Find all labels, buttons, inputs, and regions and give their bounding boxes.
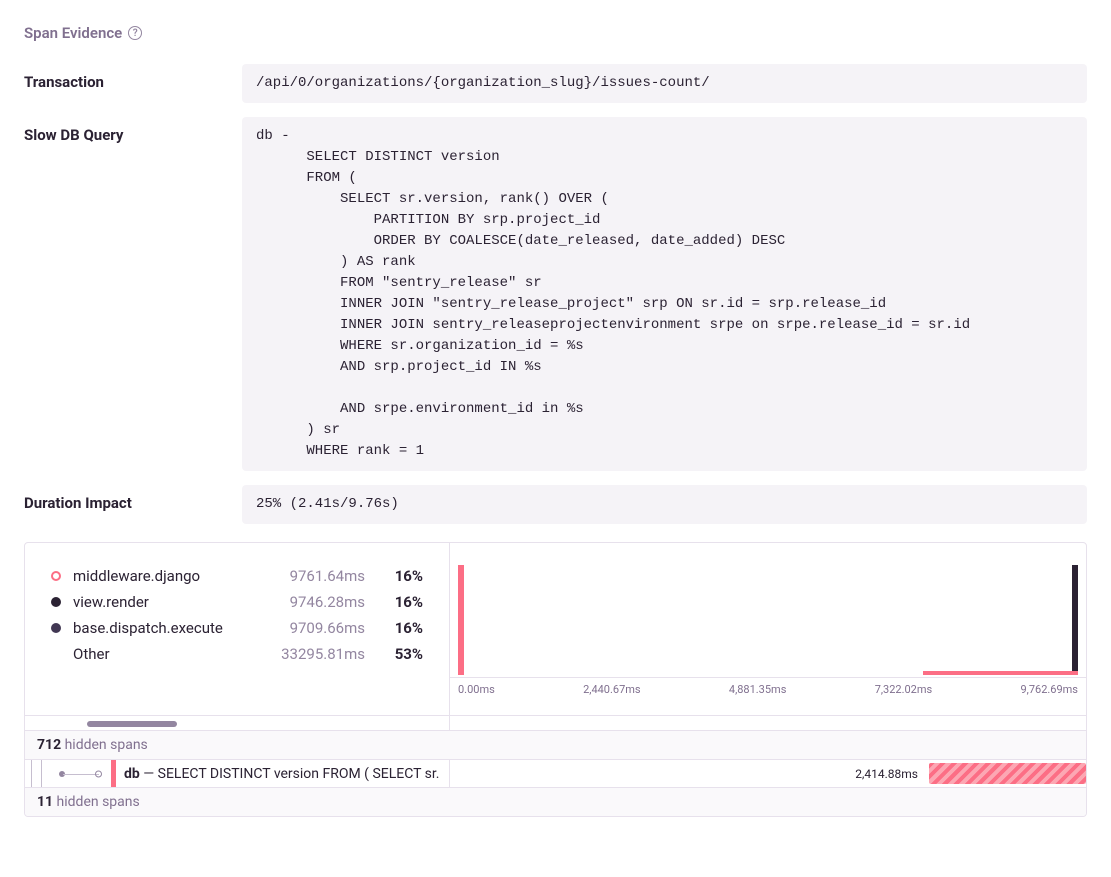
- legend-percent: 16%: [383, 567, 423, 585]
- legend-panel: middleware.django 9761.64ms 16% view.ren…: [25, 543, 450, 715]
- hidden-count: 11: [37, 794, 53, 810]
- chart-area: [458, 565, 1078, 675]
- legend-dot-icon: [51, 623, 61, 633]
- hidden-count: 712: [37, 737, 61, 753]
- span-row[interactable]: db — SELECT DISTINCT version FROM ( SELE…: [25, 760, 1086, 788]
- waterfall: middleware.django 9761.64ms 16% view.ren…: [24, 542, 1087, 817]
- legend-item[interactable]: view.render 9746.28ms 16%: [51, 593, 423, 611]
- field-value-duration-impact[interactable]: 25% (2.41s/9.76s): [242, 485, 1087, 524]
- chart-bar-highlight: [923, 671, 1078, 675]
- legend-percent: 16%: [383, 619, 423, 637]
- field-slow-db-query: Slow DB Query db - SELECT DISTINCT versi…: [24, 117, 1087, 471]
- field-transaction: Transaction /api/0/organizations/{organi…: [24, 64, 1087, 103]
- legend-name: base.dispatch.execute: [73, 619, 255, 637]
- legend-duration: 9761.64ms: [255, 567, 365, 585]
- chart-bar: [1072, 565, 1078, 675]
- legend-duration: 9709.66ms: [255, 619, 365, 637]
- legend-duration: 9746.28ms: [255, 593, 365, 611]
- legend-percent: 16%: [383, 593, 423, 611]
- span-sep: —: [140, 766, 158, 782]
- field-label-slow-db: Slow DB Query: [24, 117, 242, 144]
- span-row-left: db — SELECT DISTINCT version FROM ( SELE…: [25, 760, 450, 787]
- span-row-right: 2,414.88ms: [450, 760, 1086, 787]
- legend-item[interactable]: Other 33295.81ms 53%: [51, 645, 423, 663]
- section-header: Span Evidence ?: [24, 24, 1087, 42]
- span-label: db — SELECT DISTINCT version FROM ( SELE…: [116, 766, 440, 782]
- legend-item[interactable]: middleware.django 9761.64ms 16%: [51, 567, 423, 585]
- legend-name: Other: [73, 645, 255, 663]
- chart-panel[interactable]: 0.00ms 2,440.67ms 4,881.35ms 7,322.02ms …: [450, 543, 1086, 715]
- field-value-slow-db[interactable]: db - SELECT DISTINCT version FROM ( SELE…: [242, 117, 1087, 471]
- span-desc: SELECT DISTINCT version FROM ( SELECT sr…: [158, 766, 440, 782]
- axis-tick: 0.00ms: [458, 683, 495, 696]
- chart-bar: [458, 565, 464, 675]
- help-icon[interactable]: ?: [128, 26, 142, 40]
- legend-name: view.render: [73, 593, 255, 611]
- scrollbar-thumb[interactable]: [87, 721, 177, 727]
- span-op: db: [124, 766, 140, 782]
- tree-line-icon: [63, 774, 99, 775]
- legend-percent: 53%: [383, 645, 423, 663]
- field-label-duration-impact: Duration Impact: [24, 485, 242, 512]
- axis-tick: 7,322.02ms: [875, 683, 932, 696]
- section-title: Span Evidence: [24, 24, 122, 42]
- span-tree-icon: [31, 760, 111, 787]
- hidden-spans-row[interactable]: 11 hidden spans: [25, 788, 1086, 816]
- waterfall-scrollbar[interactable]: [25, 715, 1086, 731]
- legend-dot-icon: [51, 597, 61, 607]
- scrollbar-track[interactable]: [25, 716, 450, 730]
- legend-item[interactable]: base.dispatch.execute 9709.66ms 16%: [51, 619, 423, 637]
- axis-tick: 9,762.69ms: [1020, 683, 1077, 696]
- chart-axis: 0.00ms 2,440.67ms 4,881.35ms 7,322.02ms …: [450, 677, 1086, 701]
- field-label-transaction: Transaction: [24, 64, 242, 91]
- axis-tick: 2,440.67ms: [583, 683, 640, 696]
- span-bar[interactable]: [929, 763, 1086, 784]
- tree-dot-open-icon: [95, 770, 102, 777]
- legend-name: middleware.django: [73, 567, 255, 585]
- span-duration: 2,414.88ms: [855, 767, 918, 781]
- field-value-transaction[interactable]: /api/0/organizations/{organization_slug}…: [242, 64, 1087, 103]
- legend-dot-icon: [51, 571, 61, 581]
- scrollbar-track-right: [450, 716, 1086, 730]
- hidden-spans-row[interactable]: 712 hidden spans: [25, 731, 1086, 760]
- axis-tick: 4,881.35ms: [729, 683, 786, 696]
- legend-dot-icon: [51, 649, 61, 659]
- hidden-label: hidden spans: [61, 737, 148, 753]
- legend-duration: 33295.81ms: [255, 645, 365, 663]
- waterfall-header: middleware.django 9761.64ms 16% view.ren…: [25, 543, 1086, 715]
- field-duration-impact: Duration Impact 25% (2.41s/9.76s): [24, 485, 1087, 524]
- hidden-label: hidden spans: [53, 794, 140, 810]
